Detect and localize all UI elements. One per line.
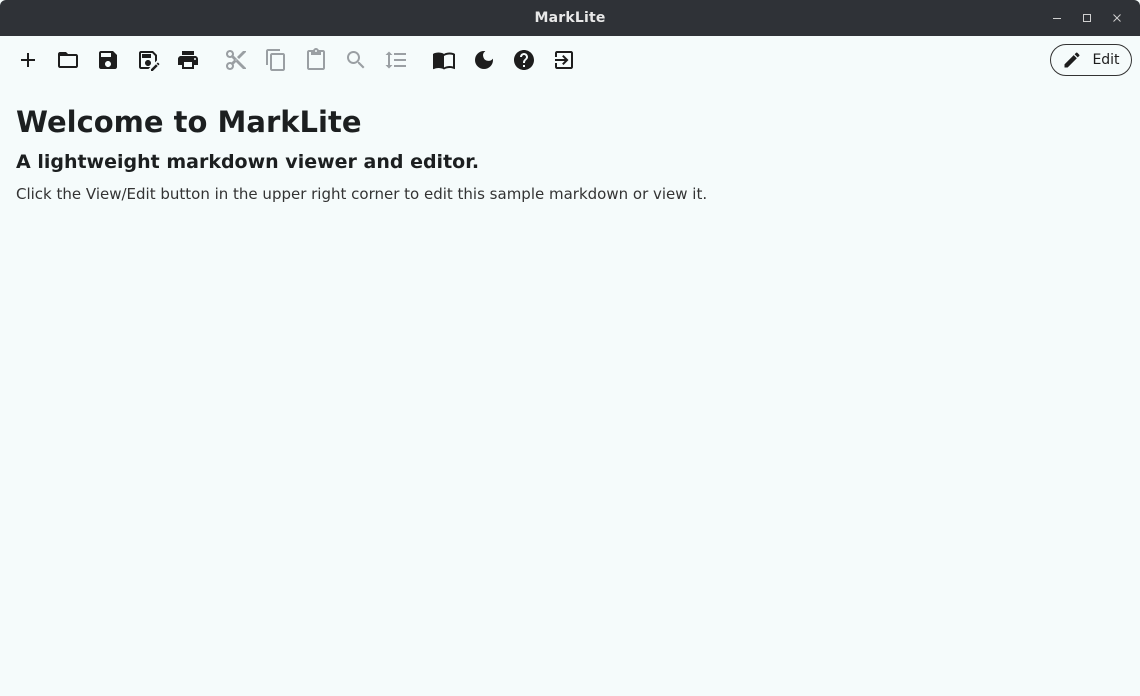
reader-button[interactable] [424,40,464,80]
find-button[interactable] [336,40,376,80]
minimize-icon [1053,18,1061,19]
minimize-button[interactable] [1042,0,1072,36]
copy-icon [266,49,285,71]
print-button[interactable] [168,40,208,80]
pencil-icon [1064,52,1080,68]
window-title: MarkLite [534,10,606,26]
maximize-button[interactable] [1072,0,1102,36]
edit-label: Edit [1092,52,1120,68]
cut-button[interactable] [216,40,256,80]
save-as-icon [139,51,160,71]
document-heading: Welcome to MarkLite [16,105,362,139]
copy-button[interactable] [256,40,296,80]
close-button[interactable] [1102,0,1132,36]
exit-icon [555,51,573,69]
close-icon [1113,14,1121,22]
app-window: MarkLite Edit Welcome to MarkLite A ligh… [0,0,1140,696]
help-button[interactable] [504,40,544,80]
new-file-button[interactable] [8,40,48,80]
markdown-preview: Welcome to MarkLite A lightweight markdo… [0,84,1140,221]
save-as-button[interactable] [128,40,168,80]
moon-icon [475,51,493,69]
open-file-button[interactable] [48,40,88,80]
printer-icon [178,51,198,69]
help-icon [514,50,534,70]
folder-icon [58,52,78,68]
search-icon [347,51,365,69]
open-book-icon [433,52,455,70]
maximize-icon [1083,14,1091,22]
window-controls [1042,0,1132,36]
line-spacing-icon [385,51,406,69]
dark-mode-button[interactable] [464,40,504,80]
document-subheading: A lightweight markdown viewer and editor… [16,151,480,173]
save-button[interactable] [88,40,128,80]
scissors-icon [226,50,246,70]
save-icon [99,51,117,69]
exit-button[interactable] [544,40,584,80]
document-paragraph: Click the View/Edit button in the upper … [16,185,708,203]
line-spacing-button[interactable] [376,40,416,80]
title-bar[interactable]: MarkLite [0,0,1140,36]
edit-toggle-button[interactable]: Edit [1050,44,1132,76]
paste-button[interactable] [296,40,336,80]
toolbar: Edit [0,36,1140,84]
plus-icon [21,53,35,67]
clipboard-icon [307,48,325,70]
